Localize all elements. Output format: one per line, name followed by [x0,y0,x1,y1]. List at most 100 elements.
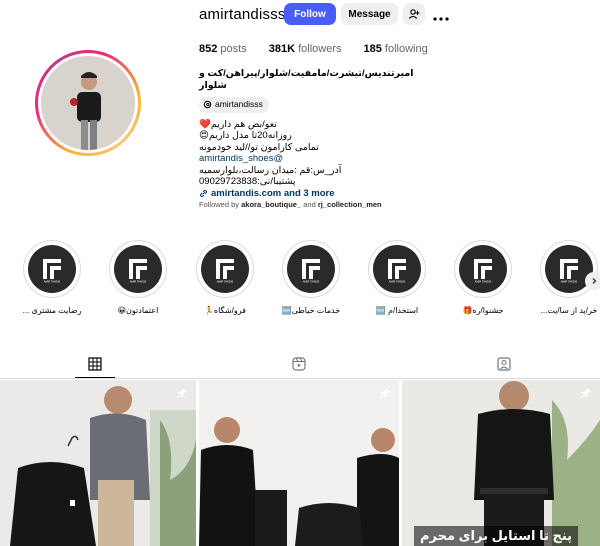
brand-logo-icon: AMIR TANDIS [302,259,320,284]
highlight-item[interactable]: AMIR TANDIS جشنوا/ره🎁 [453,240,513,315]
following-stat[interactable]: 185 following [363,43,427,55]
followed-by-and: and [303,200,316,209]
following-label: following [384,43,428,55]
followed-by-account-1: akora_boutique_ [241,200,302,209]
highlight-label: استخدا/م 🆕 [375,306,419,315]
posts-label: posts [220,43,247,55]
posts-stat: 852 posts [199,43,247,55]
more-options[interactable] [433,8,449,26]
highlights-next-button[interactable] [585,272,600,290]
pin-icon [580,388,591,399]
link-icon [200,189,207,197]
avatar-photo [41,56,135,150]
threads-handle: amirtandisss [215,99,263,109]
message-button[interactable]: Message [341,3,398,25]
highlight-label: اعتمادتون😀 [117,306,159,315]
brand-logo-icon: AMIR TANDIS [560,259,578,284]
highlight-ring: AMIR TANDIS [540,240,598,298]
highlight-ring: AMIR TANDIS [109,240,167,298]
tab-posts[interactable] [88,357,102,371]
highlight-logo-text: AMIR TANDIS [303,280,320,284]
bio-line-2: روزانه20تا مدل داریم😍 [199,130,292,141]
following-count: 185 [363,43,382,55]
bio-links[interactable]: amirtandis.com and 3 more [199,188,414,200]
post-thumbnail-3[interactable]: پنج تا استایل برای محرم [402,380,600,546]
more-icon [433,17,449,21]
tagged-icon [497,357,511,371]
profile-stats: 852 posts 381K followers 185 following [199,43,428,55]
followed-by-account-2: rj_collection_men [317,200,382,209]
highlight-cover: AMIR TANDIS [373,245,421,293]
followers-stat[interactable]: 381K followers [269,43,342,55]
post-image-2 [199,380,399,546]
highlight-logo-text: AMIR TANDIS [217,280,234,284]
highlight-ring: AMIR TANDIS [23,240,81,298]
brand-logo-icon: AMIR TANDIS [388,259,406,284]
highlight-label: خر/ید از سا/یت... [540,306,598,315]
grid-icon [88,357,102,371]
brand-logo-icon: AMIR TANDIS [216,259,234,284]
highlight-ring: AMIR TANDIS [196,240,254,298]
highlight-ring: AMIR TANDIS [282,240,340,298]
pin-icon [379,388,390,399]
pin-icon [176,388,187,399]
suggested-accounts-button[interactable] [403,3,425,25]
highlight-cover: AMIR TANDIS [459,245,507,293]
follow-button[interactable]: Follow [284,3,336,25]
profile-avatar-ring[interactable] [35,50,141,156]
highlight-logo-text: AMIR TANDIS [561,280,578,284]
highlight-logo-text: AMIR TANDIS [130,280,147,284]
chevron-right-icon [592,278,597,284]
followers-count: 381K [268,43,296,55]
post-image-3 [402,380,600,546]
bio-line-4: آدر_س:قم :میدان رسالت،بلوارسمیه [199,164,342,176]
highlight-label: خدمات خیاطی🆕 [281,306,341,315]
username: amirtandisss [199,6,286,23]
highlight-label: جشنوا/ره🎁 [462,306,504,315]
threads-icon [203,100,212,109]
tabs-divider [0,378,600,379]
brand-logo-icon: AMIR TANDIS [43,259,61,284]
followed-by-prefix: Followed by [199,200,240,209]
tab-reels[interactable] [292,357,306,371]
active-tab-indicator [75,377,115,378]
highlight-ring: AMIR TANDIS [368,240,426,298]
bio-handle-link[interactable]: amirtandis_shoes@ [199,153,414,165]
post-caption-overlay: پنج تا استایل برای محرم [414,526,579,546]
post-image-1 [0,380,196,546]
pinned-post-icon [379,386,391,404]
threads-badge[interactable]: amirtandisss [199,97,269,113]
bio-line-1: تعو/بض هم داریم❤️ [199,118,277,130]
highlight-cover: AMIR TANDIS [287,245,335,293]
brand-logo-icon: AMIR TANDIS [129,259,147,284]
highlight-cover: AMIR TANDIS [201,245,249,293]
highlight-item[interactable]: AMIR TANDIS اعتمادتون😀 [108,240,168,315]
highlight-item[interactable]: AMIR TANDIS خدمات خیاطی🆕 [281,240,341,315]
followers-label: followers [298,43,342,55]
post-thumbnail-1[interactable] [0,380,196,546]
highlight-item[interactable]: AMIR TANDIS فرو/شگاه🏃 [195,240,255,315]
add-user-icon [408,9,420,19]
highlight-ring: AMIR TANDIS [454,240,512,298]
highlight-cover: AMIR TANDIS [114,245,162,293]
post-thumbnail-2[interactable] [199,380,399,546]
followed-by[interactable]: Followed by akora_boutique_ and rj_colle… [199,200,382,209]
bio-line-5: پشتیبا/نی:09029723838 [199,176,296,187]
bio-line-3: تمامی کارامون تو//لید خودمونه [199,141,319,153]
pinned-post-icon [580,386,592,404]
bio-links-text: amirtandis.com and 3 more [211,187,335,199]
tab-tagged[interactable] [497,357,511,371]
avatar [41,56,135,150]
highlight-logo-text: AMIR TANDIS [475,280,492,284]
bio: امیرتندیس/تیشرت/مامفیت/شلوار/پیراهن/کت و… [199,68,414,199]
highlight-label: فرو/شگاه🏃 [203,306,247,315]
highlight-logo-text: AMIR TANDIS [44,280,61,284]
highlight-label: رضایت مشتری ... [22,306,82,315]
brand-logo-icon: AMIR TANDIS [474,259,492,284]
highlight-logo-text: AMIR TANDIS [389,280,406,284]
highlight-item[interactable]: AMIR TANDIS استخدا/م 🆕 [367,240,427,315]
highlight-cover: AMIR TANDIS [28,245,76,293]
pinned-post-icon [176,386,188,404]
posts-count: 852 [199,43,218,55]
highlight-item[interactable]: AMIR TANDIS رضایت مشتری ... [22,240,82,315]
